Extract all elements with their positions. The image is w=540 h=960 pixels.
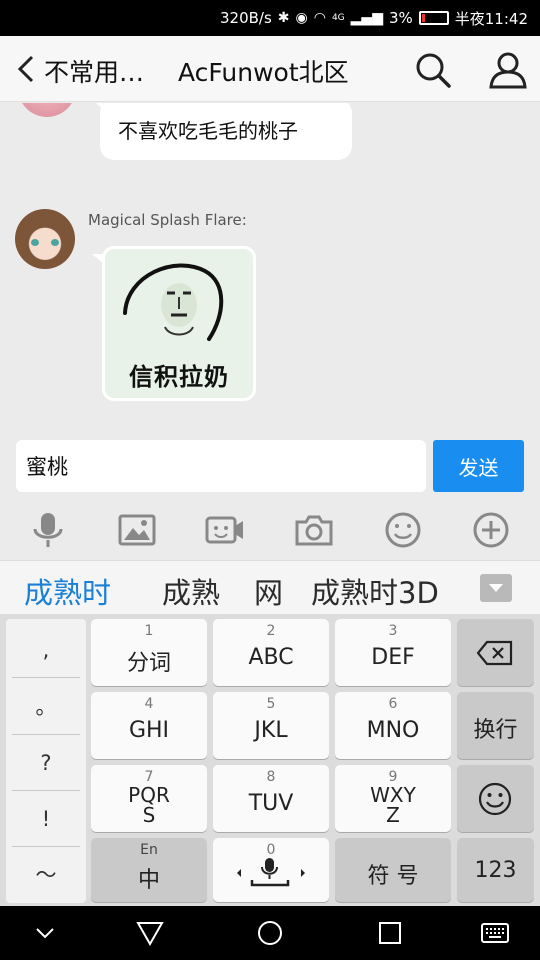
avatar-eye (31, 239, 39, 246)
avatar[interactable] (18, 103, 76, 117)
back-arrow-icon[interactable] (14, 54, 38, 84)
key-label: MNO (366, 718, 420, 743)
key-1[interactable]: 1 分词 (91, 619, 207, 686)
emoji-icon[interactable] (383, 510, 423, 550)
key-number: 2 (266, 623, 276, 639)
emoji-key[interactable] (457, 765, 534, 832)
symbol-key[interactable]: 符 号 (335, 838, 451, 902)
group-icon[interactable] (488, 51, 528, 89)
message-bubble[interactable]: 不喜欢吃毛毛的桃子 (91, 103, 352, 160)
search-icon[interactable] (414, 51, 452, 89)
avatar[interactable] (15, 209, 75, 269)
key-number: 5 (266, 696, 276, 712)
candidate-item[interactable]: 成熟时 (24, 570, 111, 612)
key-label: 符 号 (367, 864, 419, 889)
avatar-eye (51, 239, 59, 246)
backspace-key[interactable] (457, 619, 534, 686)
key-4[interactable]: 4 GHI (91, 692, 207, 759)
key-7[interactable]: 7 PQR S (91, 765, 207, 832)
navigation-bar (0, 906, 540, 960)
nav-home-icon[interactable] (255, 919, 285, 947)
battery-icon (418, 11, 449, 25)
key-number: 0 (266, 842, 276, 858)
candidate-item[interactable]: 网 (254, 570, 283, 612)
newline-key[interactable]: 换行 (457, 692, 534, 759)
key-number: 8 (266, 769, 276, 785)
nav-keyboard-icon[interactable] (480, 919, 510, 947)
sticker-caption: 信积拉奶 (129, 363, 229, 391)
send-button[interactable]: 发送 (433, 440, 524, 492)
attachment-toolbar (0, 502, 540, 560)
key-label: DEF (371, 645, 415, 670)
punct-key[interactable]: ～ (6, 847, 86, 903)
message-text: 不喜欢吃毛毛的桃子 (118, 119, 298, 143)
eye-icon: ◉ (295, 10, 308, 26)
punctuation-column[interactable]: , 。 ? ! ～ (6, 619, 86, 903)
key-label: 换行 (473, 718, 518, 743)
key-label: JKL (254, 718, 288, 743)
sticker-drawing (123, 263, 224, 341)
key-2[interactable]: 2 ABC (213, 619, 329, 686)
punct-key[interactable]: ? (12, 735, 80, 791)
key-5[interactable]: 5 JKL (213, 692, 329, 759)
key-top-label: En (140, 842, 158, 858)
microphone-icon[interactable] (28, 510, 68, 550)
video-icon[interactable] (205, 510, 245, 550)
battery-percent: 3% (388, 9, 413, 27)
status-bar: 320B/s ✱ ◉ ◠ 4G ▂▄▆ 3% 半夜11:42 (0, 0, 540, 36)
space-key[interactable]: 0 (213, 838, 329, 902)
page-title: AcFunwot北区 (178, 58, 349, 87)
image-icon[interactable] (117, 510, 157, 550)
key-label: ABC (248, 645, 294, 670)
key-number: 1 (144, 623, 154, 639)
signal-label: 4G (331, 13, 345, 23)
voice-space-icon (237, 858, 305, 887)
backspace-icon (477, 640, 513, 666)
candidate-item[interactable]: 成熟时3D (311, 570, 439, 612)
sticker-image: 信积拉奶 (105, 249, 253, 398)
nav-collapse-icon[interactable] (30, 919, 60, 947)
key-number: 4 (144, 696, 154, 712)
punct-key[interactable]: , (12, 622, 80, 678)
camera-icon[interactable] (294, 510, 334, 550)
smiley-icon (478, 782, 512, 816)
message-input[interactable] (16, 440, 426, 492)
chat-area[interactable]: 不喜欢吃毛毛的桃子 Magical Splash Flare: 信积拉奶 (0, 103, 540, 433)
back-label[interactable]: 不常用… (44, 53, 144, 89)
nav-back-icon[interactable] (135, 919, 165, 947)
key-number: 3 (388, 623, 398, 639)
key-label: PQR S (128, 783, 170, 827)
key-6[interactable]: 6 MNO (335, 692, 451, 759)
clock: 半夜11:42 (454, 9, 528, 28)
key-label: TUV (248, 791, 294, 816)
key-label: 123 (474, 858, 517, 883)
collapse-icon[interactable] (480, 574, 512, 602)
net-speed: 320B/s (219, 9, 272, 27)
key-8[interactable]: 8 TUV (213, 765, 329, 832)
signal-icon: ▂▄▆ (350, 10, 383, 26)
candidate-item[interactable]: 成熟 (162, 570, 220, 612)
candidate-bar: 成熟时 成熟 网 成熟时3D (0, 560, 540, 614)
punct-key[interactable]: 。 (12, 679, 80, 735)
numeric-key[interactable]: 123 (457, 838, 534, 902)
plus-icon[interactable] (471, 510, 511, 550)
key-9[interactable]: 9 WXY Z (335, 765, 451, 832)
composer: 发送 (0, 432, 540, 502)
ime-keyboard: , 。 ? ! ～ 1 分词 2 ABC 3 DEF 4 GHI 5 JKL 6… (0, 614, 540, 906)
bluetooth-icon: ✱ (277, 10, 290, 26)
key-label: 中 (137, 868, 160, 893)
sender-name: Magical Splash Flare: (88, 211, 247, 229)
nav-recents-icon[interactable] (375, 919, 405, 947)
key-label: 分词 (126, 651, 171, 676)
language-key[interactable]: En 中 (91, 838, 207, 902)
wifi-icon: ◠ (313, 10, 326, 26)
key-3[interactable]: 3 DEF (335, 619, 451, 686)
key-label: WXY Z (370, 783, 416, 827)
punct-key[interactable]: ! (12, 791, 80, 847)
chat-header: 不常用… AcFunwot北区 (0, 36, 540, 102)
key-label: GHI (128, 718, 170, 743)
sticker-message[interactable]: 信积拉奶 (92, 246, 256, 401)
key-number: 6 (388, 696, 398, 712)
